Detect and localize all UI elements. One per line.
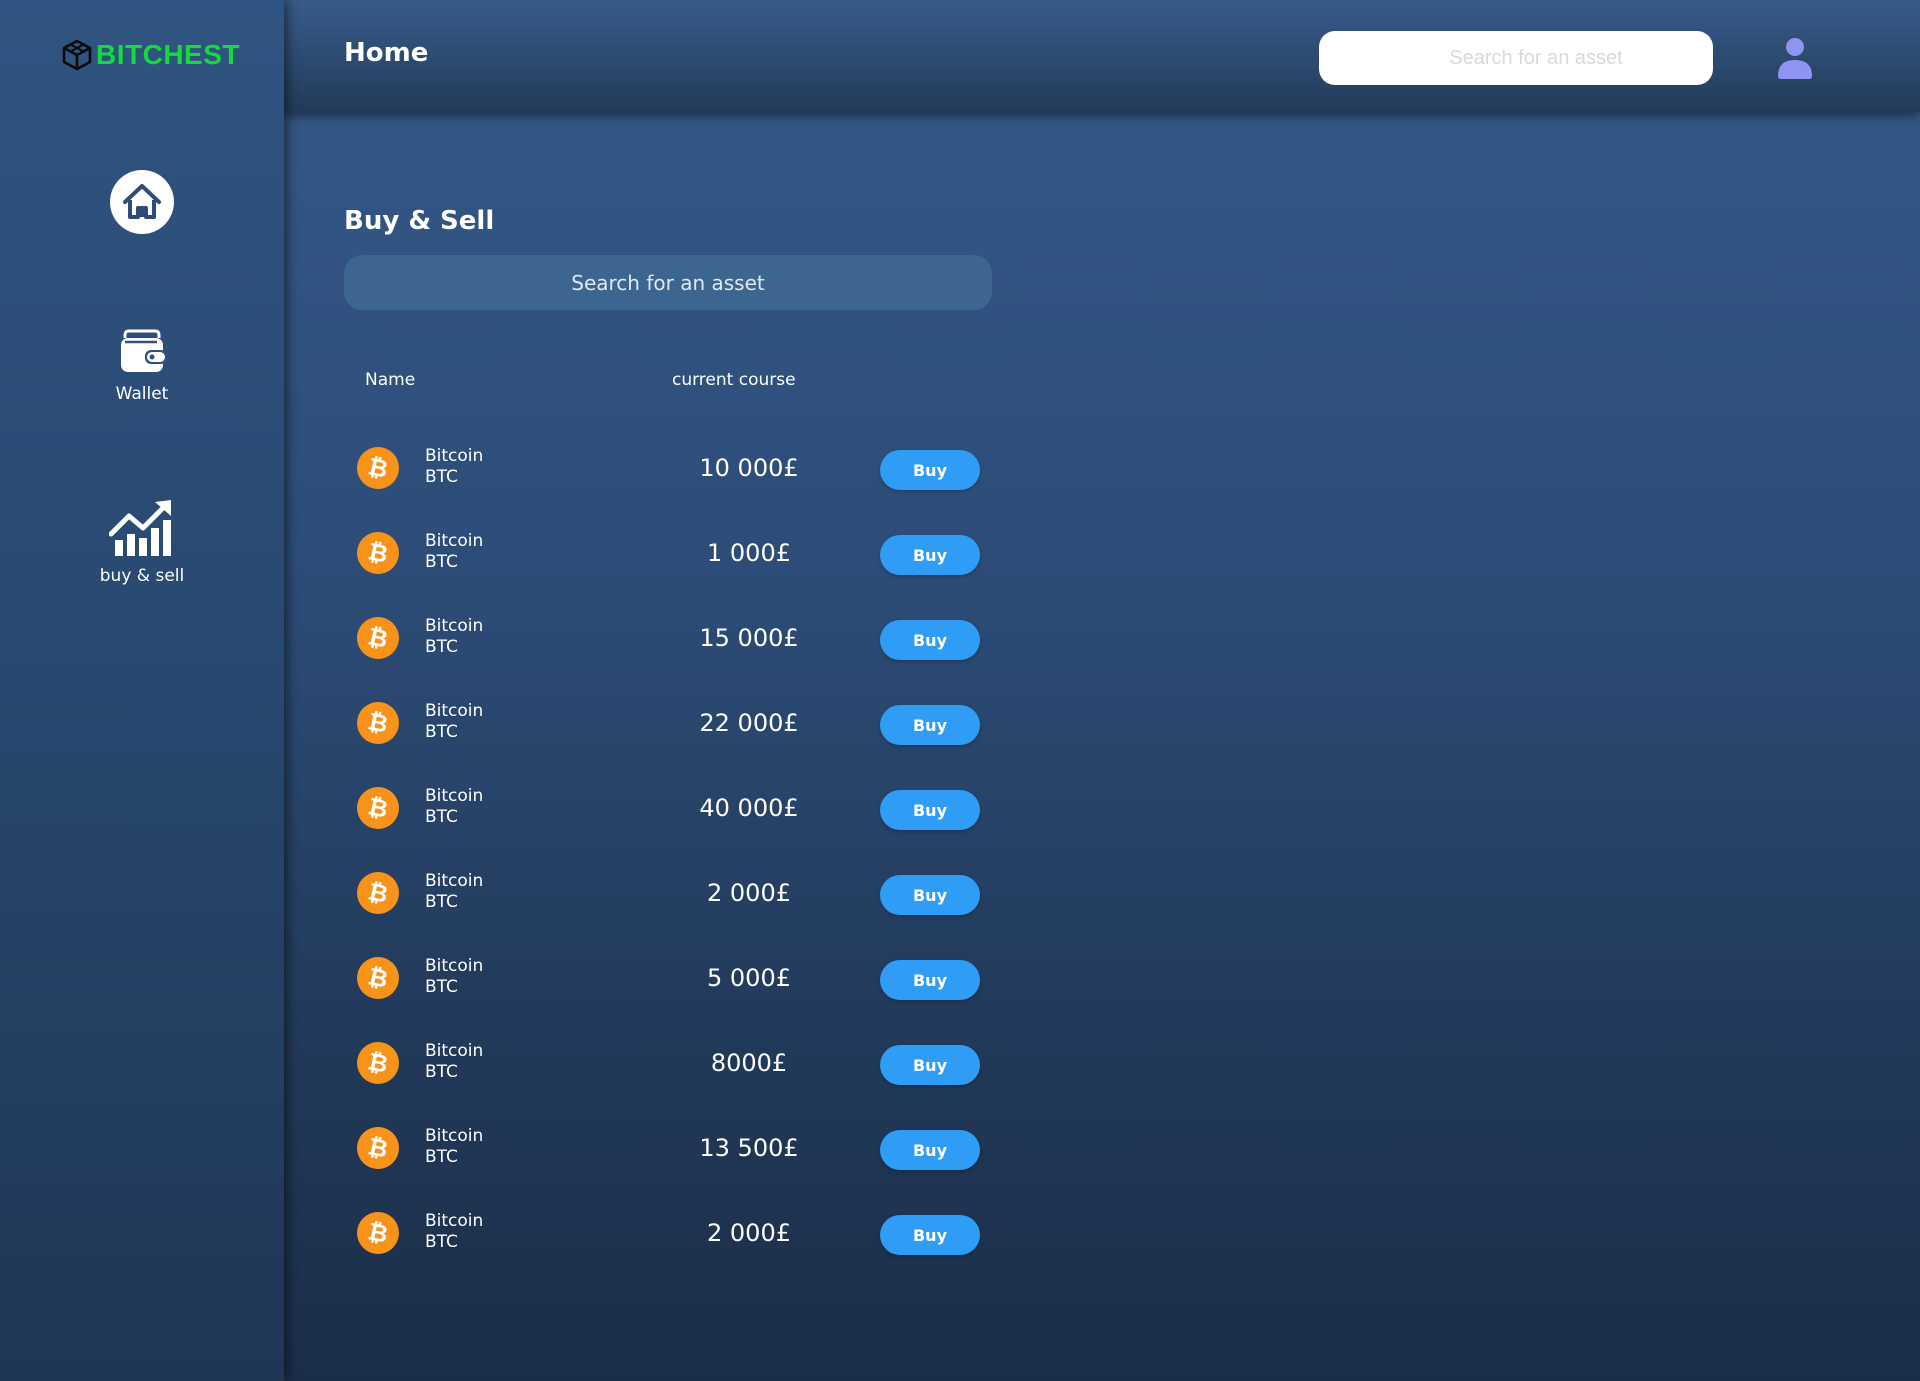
section-title: Buy & Sell xyxy=(344,205,495,236)
bitcoin-icon: ₿ xyxy=(357,1042,399,1084)
column-header-name: Name xyxy=(365,370,416,390)
asset-name: Bitcoin xyxy=(425,1041,484,1061)
sidebar-item-label: buy & sell xyxy=(99,566,185,586)
asset-name: Bitcoin xyxy=(425,446,484,466)
asset-symbol: BTC xyxy=(425,807,458,827)
asset-price: 40 000£ xyxy=(699,794,799,822)
buy-button[interactable]: Buy xyxy=(880,535,980,575)
asset-name: Bitcoin xyxy=(425,1211,484,1231)
sidebar-item-buy-sell[interactable]: buy & sell xyxy=(0,500,284,586)
column-header-current-course: current course xyxy=(672,370,796,390)
brand-name: BITCHEST xyxy=(96,39,240,70)
asset-symbol: BTC xyxy=(425,977,458,997)
top-header: Home xyxy=(284,0,1920,112)
asset-row: ₿ Bitcoin BTC 8000£ Buy xyxy=(344,1041,1044,1126)
asset-symbol: BTC xyxy=(425,1062,458,1082)
buy-button[interactable]: Buy xyxy=(880,620,980,660)
asset-name: Bitcoin xyxy=(425,956,484,976)
asset-row: ₿ Bitcoin BTC 10 000£ Buy xyxy=(344,446,1044,531)
sidebar: BITCHEST Wallet buy & sell xyxy=(0,0,284,1381)
asset-row: ₿ Bitcoin BTC 2 000£ Buy xyxy=(344,871,1044,956)
asset-symbol: BTC xyxy=(425,892,458,912)
bitcoin-icon: ₿ xyxy=(357,617,399,659)
asset-price: 10 000£ xyxy=(699,454,799,482)
asset-row: ₿ Bitcoin BTC 5 000£ Buy xyxy=(344,956,1044,1041)
asset-name: Bitcoin xyxy=(425,616,484,636)
asset-name: Bitcoin xyxy=(425,531,484,551)
buy-button[interactable]: Buy xyxy=(880,1130,980,1170)
buy-button[interactable]: Buy xyxy=(880,1045,980,1085)
asset-symbol: BTC xyxy=(425,552,458,572)
buy-button[interactable]: Buy xyxy=(880,875,980,915)
asset-row: ₿ Bitcoin BTC 22 000£ Buy xyxy=(344,701,1044,786)
chart-up-icon xyxy=(109,500,171,556)
bitcoin-icon: ₿ xyxy=(357,532,399,574)
asset-name: Bitcoin xyxy=(425,1126,484,1146)
bitcoin-icon: ₿ xyxy=(357,1212,399,1254)
asset-symbol: BTC xyxy=(425,1232,458,1252)
buy-button[interactable]: Buy xyxy=(880,960,980,1000)
asset-price: 15 000£ xyxy=(699,624,799,652)
buy-button[interactable]: Buy xyxy=(880,1215,980,1255)
buy-button[interactable]: Buy xyxy=(880,705,980,745)
bitcoin-icon: ₿ xyxy=(357,957,399,999)
asset-row: ₿ Bitcoin BTC 1 000£ Buy xyxy=(344,531,1044,616)
asset-name: Bitcoin xyxy=(425,871,484,891)
asset-price: 22 000£ xyxy=(699,709,799,737)
sidebar-item-label: Wallet xyxy=(115,384,169,404)
app-window: BITCHEST Wallet buy & sell Home Search f… xyxy=(0,0,1920,1381)
asset-symbol: BTC xyxy=(425,467,458,487)
home-icon xyxy=(110,170,174,234)
asset-symbol: BTC xyxy=(425,637,458,657)
header-search-input[interactable] xyxy=(1319,31,1713,85)
sidebar-item-home[interactable] xyxy=(0,170,284,234)
bitcoin-icon: ₿ xyxy=(357,1127,399,1169)
user-avatar-icon[interactable] xyxy=(1774,36,1816,80)
asset-symbol: BTC xyxy=(425,1147,458,1167)
cube-logo-icon xyxy=(62,39,92,71)
asset-price: 2 000£ xyxy=(707,879,791,907)
sidebar-item-wallet[interactable]: Wallet xyxy=(0,326,284,404)
asset-name: Bitcoin xyxy=(425,786,484,806)
asset-price: 13 500£ xyxy=(699,1134,799,1162)
page-title: Home xyxy=(344,38,429,68)
brand-logo[interactable]: BITCHEST xyxy=(60,38,240,72)
asset-row: ₿ Bitcoin BTC 15 000£ Buy xyxy=(344,616,1044,701)
wallet-icon xyxy=(121,329,167,372)
asset-price: 8000£ xyxy=(710,1049,788,1077)
asset-row: ₿ Bitcoin BTC 13 500£ Buy xyxy=(344,1126,1044,1211)
asset-row: ₿ Bitcoin BTC 2 000£ Buy xyxy=(344,1211,1044,1296)
asset-price: 5 000£ xyxy=(707,964,791,992)
buy-button[interactable]: Buy xyxy=(880,790,980,830)
bitcoin-icon: ₿ xyxy=(357,447,399,489)
bitcoin-icon: ₿ xyxy=(357,872,399,914)
asset-row: ₿ Bitcoin BTC 40 000£ Buy xyxy=(344,786,1044,871)
asset-name: Bitcoin xyxy=(425,701,484,721)
buy-button[interactable]: Buy xyxy=(880,450,980,490)
bitcoin-icon: ₿ xyxy=(357,787,399,829)
asset-search-input[interactable] xyxy=(344,255,992,310)
asset-price: 2 000£ xyxy=(707,1219,791,1247)
asset-price: 1 000£ xyxy=(707,539,791,567)
bitcoin-icon: ₿ xyxy=(357,702,399,744)
asset-list: ₿ Bitcoin BTC 10 000£ Buy ₿ Bitcoin BTC … xyxy=(344,446,1044,1296)
asset-symbol: BTC xyxy=(425,722,458,742)
